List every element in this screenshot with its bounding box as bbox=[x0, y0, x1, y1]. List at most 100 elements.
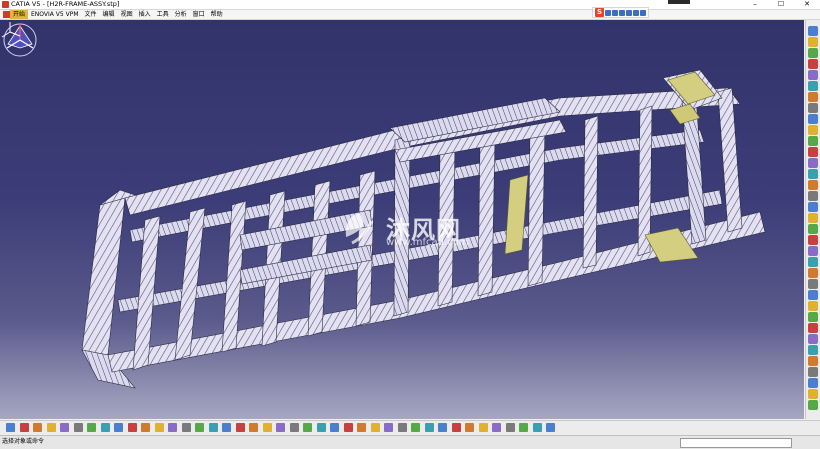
menu-insert[interactable]: 插入 bbox=[136, 10, 154, 19]
save-icon[interactable] bbox=[33, 423, 42, 432]
sketch-icon[interactable] bbox=[438, 423, 447, 432]
loft-icon[interactable] bbox=[808, 125, 818, 135]
ime-keyboard-icon[interactable] bbox=[626, 9, 632, 16]
close-button[interactable]: ✕ bbox=[794, 0, 820, 9]
groove-icon[interactable] bbox=[808, 81, 818, 91]
copy-icon[interactable] bbox=[73, 423, 83, 432]
zoom-out-icon[interactable] bbox=[289, 423, 299, 432]
print-icon[interactable] bbox=[46, 423, 56, 432]
new-icon[interactable] bbox=[6, 423, 15, 432]
menu-start[interactable]: 开始 bbox=[10, 10, 29, 19]
menu-enovia[interactable]: ENOVIA V5 VPM bbox=[28, 10, 82, 19]
redo-icon[interactable] bbox=[114, 423, 123, 432]
plane-icon[interactable] bbox=[808, 224, 818, 234]
zoom-in-icon[interactable] bbox=[276, 423, 285, 432]
multi-view-icon[interactable] bbox=[357, 423, 366, 432]
hide-icon[interactable] bbox=[343, 423, 353, 432]
menu-view[interactable]: 视图 bbox=[118, 10, 136, 19]
formula-icon[interactable] bbox=[808, 279, 818, 289]
shading-icon[interactable] bbox=[330, 423, 339, 432]
swap-icon[interactable] bbox=[208, 423, 218, 432]
section-icon[interactable] bbox=[451, 423, 461, 432]
shaft-icon[interactable] bbox=[808, 70, 818, 80]
measure-icon[interactable] bbox=[808, 257, 818, 267]
update-icon[interactable] bbox=[424, 423, 434, 432]
open-icon[interactable] bbox=[19, 423, 29, 432]
draft-icon[interactable] bbox=[808, 158, 818, 168]
snap-icon[interactable] bbox=[411, 423, 420, 432]
formula-icon[interactable] bbox=[141, 423, 150, 432]
clash-icon[interactable] bbox=[465, 423, 474, 432]
constraint-icon[interactable] bbox=[808, 213, 818, 223]
assembly-icon[interactable] bbox=[808, 334, 818, 344]
part-icon[interactable] bbox=[808, 37, 818, 47]
ime-toolbar[interactable]: S bbox=[592, 7, 649, 18]
render-icon[interactable] bbox=[808, 312, 818, 322]
measure-icon[interactable] bbox=[370, 423, 380, 432]
sketcher-icon[interactable] bbox=[808, 26, 818, 36]
point-icon[interactable] bbox=[808, 235, 818, 245]
knowledge-icon[interactable] bbox=[519, 423, 528, 432]
cut-icon[interactable] bbox=[60, 423, 69, 432]
restore-button[interactable]: ☐ bbox=[768, 0, 794, 9]
material-icon[interactable] bbox=[505, 423, 515, 432]
shell-icon[interactable] bbox=[808, 169, 818, 179]
view-icon[interactable] bbox=[168, 423, 177, 432]
distance-icon[interactable] bbox=[478, 423, 488, 432]
menu-file[interactable]: 文件 bbox=[82, 10, 100, 19]
menu-tools[interactable]: 工具 bbox=[154, 10, 172, 19]
parameter-icon[interactable] bbox=[808, 268, 818, 278]
menu-help[interactable]: 帮助 bbox=[208, 10, 226, 19]
snap-icon[interactable] bbox=[808, 356, 818, 366]
translate-icon[interactable] bbox=[808, 400, 818, 410]
macro-icon[interactable] bbox=[546, 423, 555, 432]
ime-logo-icon[interactable]: S bbox=[595, 8, 604, 17]
hide-show-icon[interactable] bbox=[195, 423, 204, 432]
compass-icon[interactable] bbox=[384, 423, 393, 432]
menu-edit[interactable]: 编辑 bbox=[100, 10, 118, 19]
pattern-icon[interactable] bbox=[808, 378, 818, 388]
normal-view-icon[interactable] bbox=[303, 423, 312, 432]
ime-tools-icon[interactable] bbox=[640, 9, 646, 16]
mirror-icon[interactable] bbox=[808, 367, 818, 377]
hole-icon[interactable] bbox=[808, 92, 818, 102]
scale-icon[interactable] bbox=[808, 389, 818, 399]
boolean-icon[interactable] bbox=[808, 202, 818, 212]
iso-view-icon[interactable] bbox=[316, 423, 326, 432]
thread-icon[interactable] bbox=[808, 191, 818, 201]
catalog-icon[interactable] bbox=[154, 423, 164, 432]
rib-icon[interactable] bbox=[808, 103, 818, 113]
menu-window[interactable]: 窗口 bbox=[190, 10, 208, 19]
ime-skin-icon[interactable] bbox=[633, 9, 639, 16]
ime-punct-icon[interactable] bbox=[612, 9, 618, 16]
ime-voice-icon[interactable] bbox=[619, 9, 625, 16]
slot-icon[interactable] bbox=[808, 114, 818, 124]
rotate-icon[interactable] bbox=[262, 423, 272, 432]
whats-this-icon[interactable] bbox=[127, 423, 137, 432]
annotation-icon[interactable] bbox=[492, 423, 501, 432]
analysis-icon[interactable] bbox=[808, 323, 818, 333]
pocket-icon[interactable] bbox=[808, 59, 818, 69]
pad-icon[interactable] bbox=[808, 48, 818, 58]
analysis-icon[interactable] bbox=[397, 423, 407, 432]
fit-all-icon[interactable] bbox=[235, 423, 245, 432]
render-style-icon[interactable] bbox=[181, 423, 191, 432]
product-icon[interactable] bbox=[808, 345, 818, 355]
undo-icon[interactable] bbox=[100, 423, 110, 432]
3d-viewport[interactable]: 沐风网 www.mfcad.com bbox=[0, 20, 804, 419]
line-icon[interactable] bbox=[808, 246, 818, 256]
catalog-icon[interactable] bbox=[808, 290, 818, 300]
thickness-icon[interactable] bbox=[808, 180, 818, 190]
title-bar: CATIA V5 - [H2R-FRAME-ASSY.stp] – ☐ ✕ bbox=[0, 0, 820, 10]
apply-material-icon[interactable] bbox=[808, 301, 818, 311]
ime-lang-icon[interactable] bbox=[605, 9, 611, 16]
pan-icon[interactable] bbox=[249, 423, 258, 432]
command-input[interactable] bbox=[680, 438, 792, 448]
minimize-button[interactable]: – bbox=[742, 0, 768, 9]
menu-analyze[interactable]: 分析 bbox=[172, 10, 190, 19]
publication-icon[interactable] bbox=[532, 423, 542, 432]
fillet-icon[interactable] bbox=[808, 136, 818, 146]
chamfer-icon[interactable] bbox=[808, 147, 818, 157]
paste-icon[interactable] bbox=[87, 423, 96, 432]
fly-icon[interactable] bbox=[222, 423, 231, 432]
